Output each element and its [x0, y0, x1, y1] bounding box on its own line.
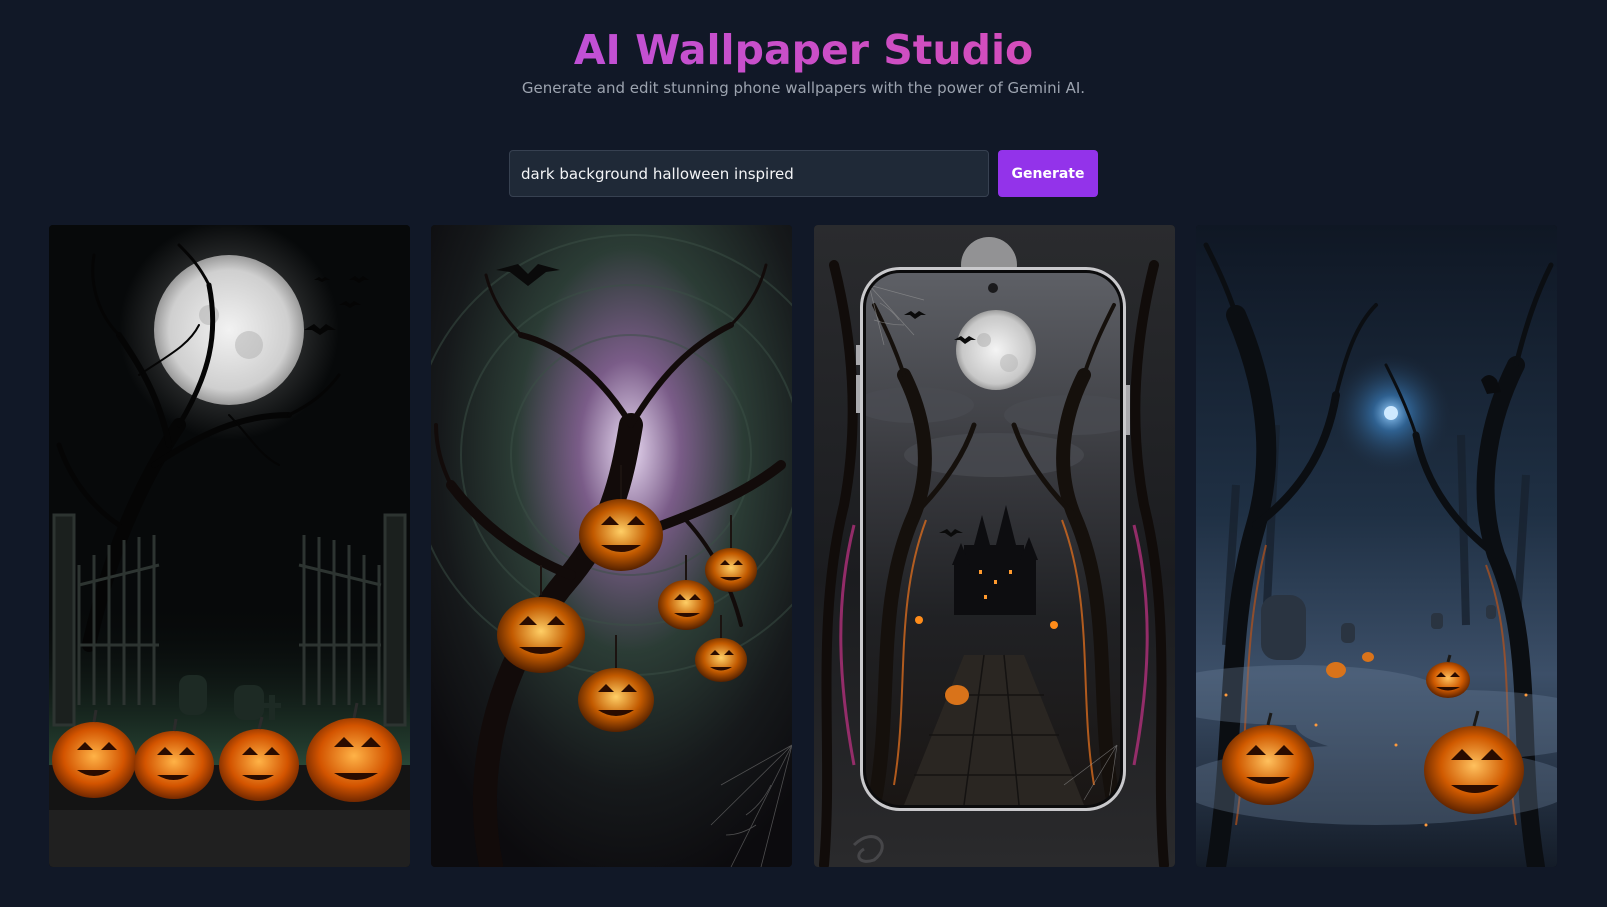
prompt-input[interactable]	[509, 150, 989, 197]
prompt-bar: Generate	[509, 150, 1098, 197]
wallpaper-card-2[interactable]	[431, 225, 792, 867]
wallpaper-image-1	[49, 225, 410, 867]
wallpaper-image-2	[431, 225, 792, 867]
wallpaper-gallery	[49, 225, 1558, 867]
page-subtitle: Generate and edit stunning phone wallpap…	[521, 79, 1086, 97]
app-page: AI Wallpaper Studio Generate and edit st…	[0, 0, 1607, 907]
page-title: AI Wallpaper Studio	[0, 24, 1607, 76]
wallpaper-card-1[interactable]	[49, 225, 410, 867]
generate-button[interactable]: Generate	[998, 150, 1098, 197]
wallpaper-image-3	[814, 225, 1175, 867]
wallpaper-card-3[interactable]	[814, 225, 1175, 867]
wallpaper-image-4	[1196, 225, 1557, 867]
wallpaper-card-4[interactable]	[1196, 225, 1557, 867]
